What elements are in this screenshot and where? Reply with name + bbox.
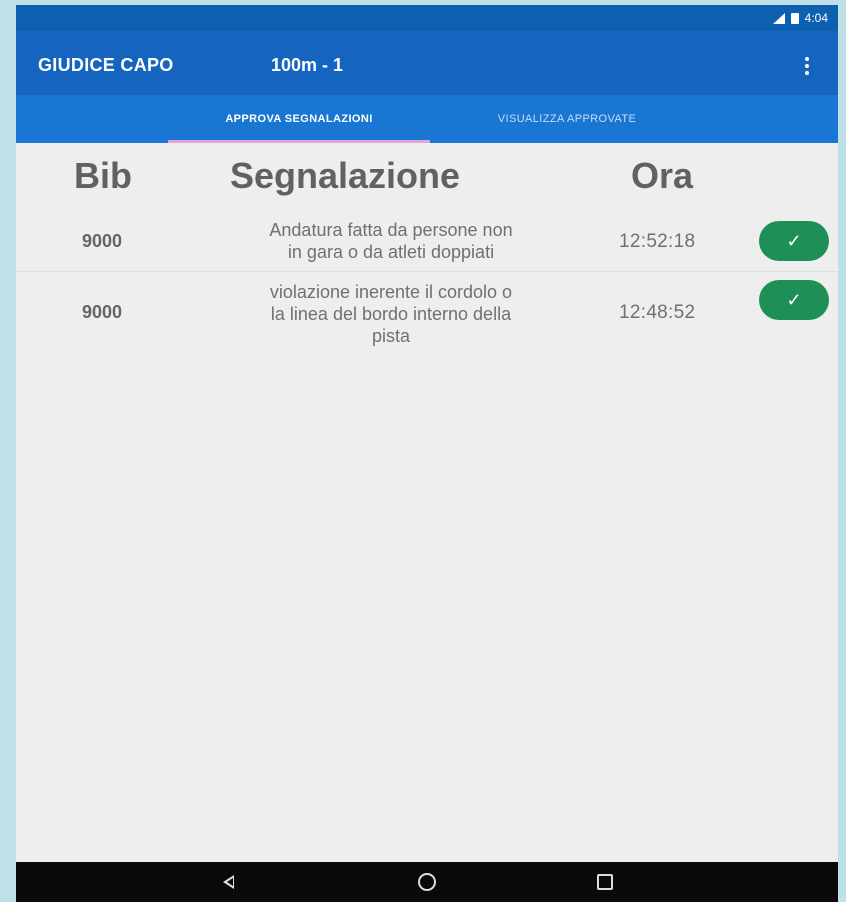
row-segnalazione-line: pista bbox=[371, 326, 411, 346]
approve-button[interactable]: ✓ bbox=[759, 280, 829, 320]
back-icon[interactable] bbox=[223, 875, 234, 889]
approve-button[interactable]: ✓ bbox=[759, 221, 829, 261]
navigation-bar bbox=[16, 862, 838, 902]
row-segnalazione-line: in gara o da atleti doppiati bbox=[287, 242, 495, 262]
row-segnalazione-line: violazione inerente il cordolo o bbox=[269, 282, 513, 302]
signal-icon bbox=[772, 12, 785, 24]
overflow-menu-icon[interactable] bbox=[804, 57, 810, 75]
row-segnalazione-line: la linea del bordo interno della bbox=[270, 304, 512, 324]
tab-visualizza-approvate[interactable]: VISUALIZZA APPROVATE bbox=[444, 95, 690, 143]
status-bar: 4:04 bbox=[16, 5, 838, 31]
row-ora: 12:52:18 bbox=[619, 231, 696, 252]
header-ora: Ora bbox=[631, 155, 694, 196]
status-time: 4:04 bbox=[804, 11, 828, 25]
recents-icon[interactable] bbox=[597, 874, 613, 890]
app-bar: GIUDICE CAPO 100m - 1 bbox=[16, 31, 838, 95]
table-header: Bib Segnalazione Ora bbox=[16, 155, 838, 207]
table-row: 9000 violazione inerente il cordolo o la… bbox=[16, 275, 838, 351]
row-ora: 12:48:52 bbox=[619, 302, 696, 323]
tab-indicator bbox=[168, 140, 430, 143]
header-bib: Bib bbox=[74, 155, 132, 196]
check-icon: ✓ bbox=[786, 290, 802, 310]
tab-approva-segnalazioni[interactable]: APPROVA SEGNALAZIONI bbox=[168, 95, 430, 143]
status-icons: 4:04 bbox=[772, 11, 828, 25]
row-divider bbox=[16, 271, 838, 272]
app-screen: 4:04 GIUDICE CAPO 100m - 1 APPROVA SEGNA… bbox=[16, 5, 838, 902]
check-icon: ✓ bbox=[786, 231, 802, 251]
row-segnalazione-line: Andatura fatta da persone non bbox=[269, 220, 513, 240]
table-row: 9000 Andatura fatta da persone non in ga… bbox=[16, 217, 838, 271]
tab-bar: APPROVA SEGNALAZIONI VISUALIZZA APPROVAT… bbox=[16, 95, 838, 143]
row-segnalazione: violazione inerente il cordolo o la line… bbox=[201, 281, 581, 347]
battery-icon bbox=[790, 12, 799, 24]
home-icon[interactable] bbox=[418, 873, 436, 891]
row-bib: 9000 bbox=[82, 302, 123, 322]
app-subtitle: 100m - 1 bbox=[271, 55, 344, 75]
app-title: GIUDICE CAPO bbox=[38, 55, 174, 75]
row-segnalazione: Andatura fatta da persone non in gara o … bbox=[201, 219, 581, 263]
row-bib: 9000 bbox=[82, 231, 123, 251]
header-segnalazione: Segnalazione bbox=[230, 155, 461, 196]
